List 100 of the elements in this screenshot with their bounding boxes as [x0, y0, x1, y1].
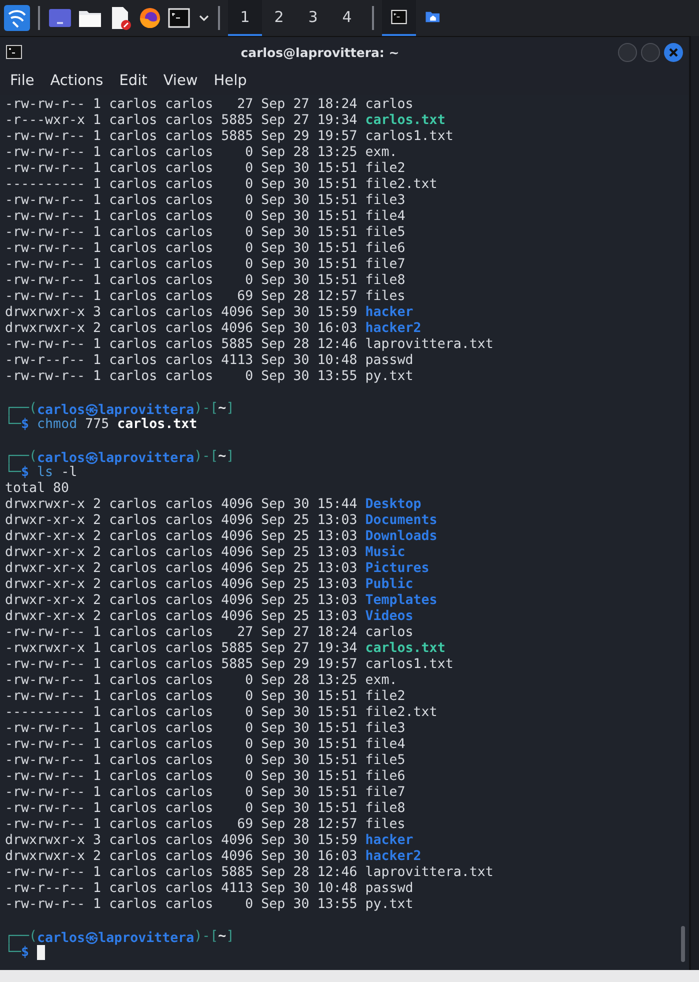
- menu-item[interactable]: View: [155, 73, 206, 89]
- file-name: file4: [365, 209, 406, 225]
- file-details: -rw-r--r-- 1 carlos carlos 4113 Sep 30 10:48: [5, 881, 358, 897]
- file-details: -rw-rw-r-- 1 carlos carlos 0 Sep 30 15:51: [5, 257, 358, 273]
- home-folder-icon[interactable]: [425, 9, 441, 25]
- prompt-directory: ~: [218, 401, 226, 417]
- file-details: drwxrwxr-x 3 carlos carlos 4096 Sep 30 15:59: [5, 305, 358, 321]
- prompt-frame: )-[: [194, 401, 218, 417]
- file-name: file8: [365, 273, 406, 289]
- prompt-frame: ┌──(: [5, 929, 38, 945]
- file-name: carlos1.txt: [365, 657, 454, 673]
- desktop-icon[interactable]: [48, 6, 72, 30]
- file-details: -rw-rw-r-- 1 carlos carlos 0 Sep 30 15:51: [5, 785, 358, 801]
- prompt-frame: └─: [5, 465, 22, 481]
- file-details: drwxr-xr-x 2 carlos carlos 4096 Sep 25 13:03: [5, 593, 358, 609]
- file-name: Downloads: [365, 529, 438, 545]
- file-details: -rw-rw-r-- 1 carlos carlos 0 Sep 30 13:55: [5, 897, 358, 913]
- file-details: -rw-r--r-- 1 carlos carlos 4113 Sep 30 10:48: [5, 353, 358, 369]
- taskbar-window-button[interactable]: [382, 0, 416, 36]
- file-name: Public: [365, 577, 414, 593]
- menu-item[interactable]: Actions: [42, 73, 112, 89]
- browser-icon[interactable]: [138, 6, 162, 30]
- prompt-frame: ┌──(: [5, 401, 38, 417]
- file-name: file7: [365, 257, 406, 273]
- file-name: Pictures: [365, 561, 430, 577]
- file-details: -rw-rw-r-- 1 carlos carlos 0 Sep 30 15:51: [5, 721, 358, 737]
- file-details: drwxr-xr-x 2 carlos carlos 4096 Sep 25 13:03: [5, 561, 358, 577]
- prompt-user: carlos㉿laprovittera: [37, 450, 194, 465]
- file-details: -rw-rw-r-- 1 carlos carlos 0 Sep 30 15:51: [5, 689, 358, 705]
- file-details: drwxr-xr-x 2 carlos carlos 4096 Sep 25 13:03: [5, 577, 358, 593]
- file-name: py.txt: [365, 369, 414, 385]
- file-details: drwxr-xr-x 2 carlos carlos 4096 Sep 25 13:03: [5, 529, 358, 545]
- file-name: hacker: [365, 305, 414, 321]
- file-details: -rw-rw-r-- 1 carlos carlos 27 Sep 27 18:24: [5, 97, 358, 113]
- prompt-sign: $: [21, 945, 30, 961]
- prompt-frame: ]: [226, 401, 234, 417]
- file-name: Documents: [365, 513, 438, 529]
- terminal-icon: [6, 45, 22, 59]
- command-arguments: -l: [61, 465, 78, 481]
- file-details: -rw-rw-r-- 1 carlos carlos 0 Sep 28 13:25: [5, 673, 358, 689]
- file-details: -rw-rw-r-- 1 carlos carlos 0 Sep 30 15:51: [5, 225, 358, 241]
- file-details: drwxr-xr-x 2 carlos carlos 4096 Sep 25 13:03: [5, 513, 358, 529]
- file-name: file5: [365, 753, 406, 769]
- file-name: file8: [365, 801, 406, 817]
- file-name: carlos1.txt: [365, 129, 454, 145]
- file-details: -rw-rw-r-- 1 carlos carlos 0 Sep 30 15:51: [5, 737, 358, 753]
- prompt-frame: )-[: [194, 929, 218, 945]
- prompt-directory: ~: [218, 449, 226, 465]
- menu-item[interactable]: Help: [206, 73, 255, 89]
- file-name: file5: [365, 225, 406, 241]
- file-name: Music: [365, 545, 406, 561]
- file-name: files: [365, 289, 406, 305]
- prompt-frame: ┌──(: [5, 449, 38, 465]
- file-name: passwd: [365, 353, 414, 369]
- file-name: file6: [365, 241, 406, 257]
- file-details: -rw-rw-r-- 1 carlos carlos 27 Sep 27 18:24: [5, 625, 358, 641]
- file-details: -rwxrwxr-x 1 carlos carlos 5885 Sep 27 19:34: [5, 641, 358, 657]
- close-button[interactable]: [664, 42, 683, 62]
- file-name: carlos: [365, 97, 414, 113]
- workspace-tab[interactable]: 3: [296, 0, 330, 36]
- file-name: file2: [365, 161, 406, 177]
- file-details: -rw-rw-r-- 1 carlos carlos 0 Sep 30 15:51: [5, 193, 358, 209]
- file-details: -rw-rw-r-- 1 carlos carlos 0 Sep 28 13:25: [5, 145, 358, 161]
- command-arguments: 775 carlos.txt: [85, 417, 198, 433]
- file-name: carlos.txt: [365, 641, 446, 657]
- prompt-frame: )-[: [194, 449, 218, 465]
- file-name: hacker2: [365, 321, 422, 337]
- file-name: file3: [365, 193, 406, 209]
- file-name: exm.: [365, 145, 398, 161]
- command-text: chmod: [37, 417, 78, 433]
- prompt-frame: └─: [5, 417, 22, 433]
- workspace-tab[interactable]: 2: [262, 0, 296, 36]
- file-details: -rw-rw-r-- 1 carlos carlos 69 Sep 28 12:57: [5, 817, 358, 833]
- menu-item[interactable]: Edit: [111, 73, 156, 89]
- prompt-user: carlos㉿laprovittera: [37, 402, 194, 417]
- file-name: passwd: [365, 881, 414, 897]
- file-details: drwxrwxr-x 2 carlos carlos 4096 Sep 30 16:03: [5, 849, 358, 865]
- file-details: -rw-rw-r-- 1 carlos carlos 0 Sep 30 15:51: [5, 801, 358, 817]
- scrollbar-thumb[interactable]: [681, 926, 685, 962]
- file-name: file6: [365, 769, 406, 785]
- file-details: drwxr-xr-x 2 carlos carlos 4096 Sep 25 13:03: [5, 545, 358, 561]
- prompt-frame: └─: [5, 945, 22, 961]
- file-details: ---------- 1 carlos carlos 0 Sep 30 15:51: [5, 177, 358, 193]
- file-name: laprovittera.txt: [365, 337, 494, 353]
- terminal-icon[interactable]: [168, 7, 190, 29]
- prompt-frame: ]: [226, 449, 234, 465]
- prompt-sign: $: [21, 417, 30, 433]
- file-name: file3: [365, 721, 406, 737]
- file-name: file7: [365, 785, 406, 801]
- command-text: ls: [37, 465, 54, 481]
- file-name: exm.: [365, 673, 398, 689]
- menu-item[interactable]: File: [2, 73, 42, 89]
- file-name: Templates: [365, 593, 438, 609]
- file-name: laprovittera.txt: [365, 865, 494, 881]
- file-details: drwxrwxr-x 2 carlos carlos 4096 Sep 30 16:03: [5, 321, 358, 337]
- workspace-tab[interactable]: 1: [228, 0, 262, 36]
- file-details: -rw-rw-r-- 1 carlos carlos 5885 Sep 29 19:57: [5, 657, 358, 673]
- workspace-tab[interactable]: 4: [330, 0, 364, 36]
- file-details: -rw-rw-r-- 1 carlos carlos 69 Sep 28 12:57: [5, 289, 358, 305]
- terminal-icon[interactable]: [391, 9, 407, 25]
